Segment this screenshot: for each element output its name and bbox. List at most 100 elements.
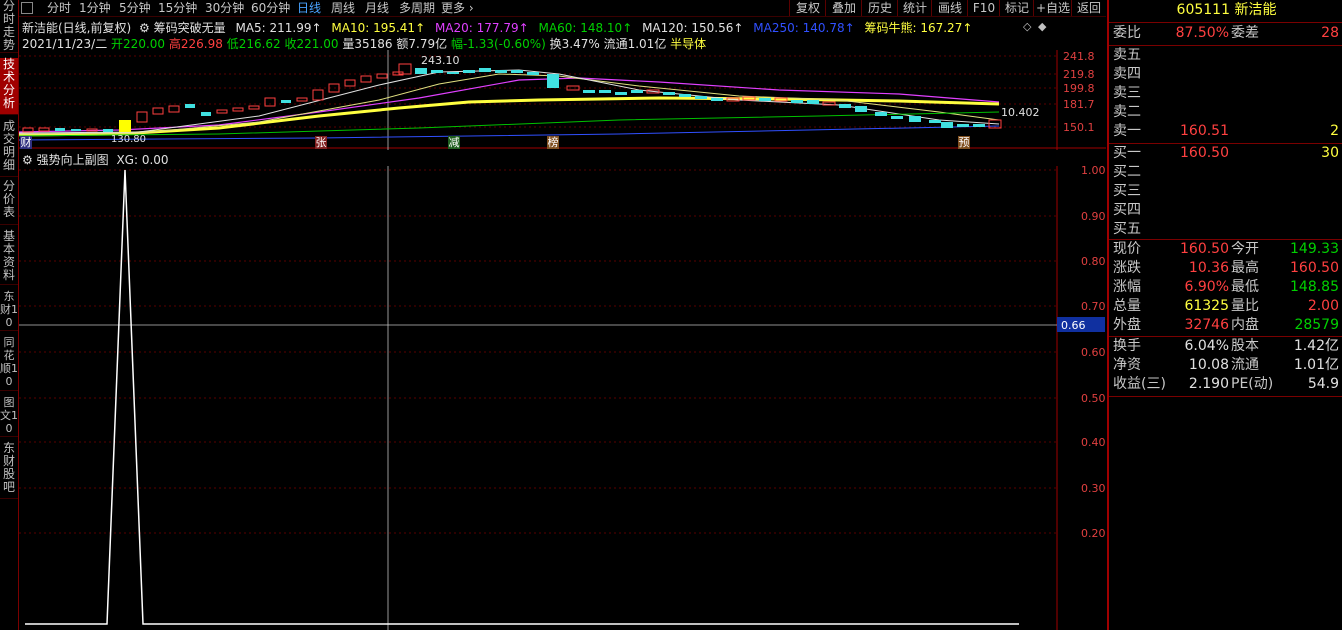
chart-header: 新洁能(日线,前复权) ⚙ 筹码突破无量 MA5: 211.99↑ MA10: … — [22, 19, 972, 36]
stat-value: 160.50 — [1290, 260, 1339, 276]
chip-bull-bear-value: 筹码牛熊: 167.27↑ — [864, 21, 973, 35]
draw-line-button[interactable]: 画线 — [931, 0, 968, 16]
sub-y-tick: 0.80 — [1081, 255, 1106, 268]
fund-label: 股本 — [1231, 338, 1259, 354]
stat-label: 涨跌 — [1113, 260, 1141, 276]
ma20-value: MA20: 177.79↑ — [434, 21, 529, 35]
next-diamond-icon[interactable]: ◆ — [1038, 20, 1046, 33]
stat-label: 量比 — [1231, 298, 1259, 314]
tab-trade-details[interactable]: 成交明细 — [0, 120, 18, 177]
sub-indicator-chart[interactable]: 1.00 0.90 0.80 0.70 0.60 0.50 0.40 0.30 … — [19, 166, 1106, 630]
weicha-value: 28 — [1321, 25, 1339, 41]
stat-label: 最低 — [1231, 279, 1259, 295]
event-marker-forecast[interactable]: 预 — [958, 136, 970, 149]
tab-dongcai-10[interactable]: 东财10 — [0, 290, 18, 331]
period-60min[interactable]: 60分钟 — [251, 0, 290, 16]
fund-value: 1.01亿 — [1293, 357, 1339, 373]
tab-basic-info[interactable]: 基本资料 — [0, 230, 18, 285]
period-monthly[interactable]: 月线 — [365, 0, 389, 16]
mark-button[interactable]: 标记 — [999, 0, 1034, 16]
stat-row: 涨跌 10.36 最高 160.50 — [1113, 259, 1341, 278]
fundamental-row: 收益(三) 2.190 PE(动) 54.9 — [1113, 375, 1341, 394]
stock-name: 新洁能 — [1234, 2, 1277, 18]
fund-label: 流通 — [1231, 357, 1259, 373]
sub-chart-title: 强势向上副图 — [36, 153, 109, 167]
ma120-value: MA120: 150.56↑ — [642, 21, 744, 35]
day-turnover: 换3.47% — [549, 37, 600, 51]
period-30min[interactable]: 30分钟 — [205, 0, 244, 16]
window-toggle-icon[interactable] — [21, 2, 33, 14]
tab-dongcai-guba[interactable]: 东财股吧 — [0, 442, 18, 499]
xg-signal-line — [25, 169, 1019, 625]
stat-value: 160.50 — [1180, 241, 1229, 257]
period-daily[interactable]: 日线 — [297, 0, 321, 16]
fund-label: 换手 — [1113, 338, 1141, 354]
main-kline-chart[interactable]: 243.10 130.80 241.8 219.8 199.8 181.7 15… — [19, 50, 1106, 150]
stat-label: 外盘 — [1113, 317, 1141, 333]
ma250-value: MA250: 140.78↑ — [753, 21, 855, 35]
overlay-button[interactable]: 叠加 — [825, 0, 862, 16]
stat-label: 最高 — [1231, 260, 1259, 276]
prev-diamond-icon[interactable]: ◇ — [1023, 20, 1031, 33]
bid-row-1: 买一 160.50 30 — [1113, 145, 1339, 161]
main-y-tick: 150.1 — [1063, 121, 1095, 134]
fund-value: 2.190 — [1188, 376, 1229, 392]
ma10-value: MA10: 195.41↑ — [331, 21, 426, 35]
stat-row: 现价 160.50 今开 149.33 — [1113, 240, 1341, 259]
indicator-settings-icon[interactable]: ⚙ — [139, 21, 150, 35]
cursor-value: 0.66 — [1061, 319, 1086, 332]
stat-row: 总量 61325 量比 2.00 — [1113, 297, 1341, 316]
day-high: 高226.98 — [168, 37, 223, 51]
ask-row-5: 卖五 — [1113, 47, 1141, 63]
event-marker-finance[interactable]: 财 — [20, 136, 32, 149]
tab-technical-analysis[interactable]: 技术分析 — [0, 58, 18, 115]
stat-label: 今开 — [1231, 241, 1259, 257]
main-y-tick: 219.8 — [1063, 68, 1095, 81]
tab-intraday[interactable]: 分时走势 — [0, 0, 18, 53]
period-more[interactable]: 更多 › — [441, 0, 474, 16]
bid-row-2: 买二 — [1113, 164, 1141, 180]
quote-panel: 605111 新洁能 委比 87.50% 委差 28 卖五 卖四 卖三 卖二 卖… — [1107, 0, 1342, 630]
period-weekly[interactable]: 周线 — [331, 0, 355, 16]
period-multi[interactable]: 多周期 — [399, 0, 435, 16]
sub-y-tick: 0.30 — [1081, 482, 1106, 495]
tab-price-table[interactable]: 分价表 — [0, 180, 18, 225]
ask-row-2: 卖二 — [1113, 104, 1141, 120]
add-watchlist-button[interactable]: +自选 — [1033, 0, 1072, 16]
history-button[interactable]: 历史 — [861, 0, 898, 16]
day-volume: 量35186 — [342, 37, 393, 51]
stock-code: 605111 — [1176, 2, 1230, 18]
f10-button[interactable]: F10 — [967, 0, 1000, 16]
period-intraday[interactable]: 分时 — [47, 0, 71, 16]
sub-y-tick: 1.00 — [1081, 166, 1106, 177]
period-15min[interactable]: 15分钟 — [158, 0, 197, 16]
event-marker-billboard[interactable]: 榜 — [547, 136, 559, 149]
stat-label: 现价 — [1113, 241, 1141, 257]
event-marker-reduce[interactable]: 减 — [448, 136, 460, 149]
tab-tuwen-10[interactable]: 图文10 — [0, 396, 18, 437]
day-date: 2021/11/23/二 — [22, 37, 108, 51]
ask-row-3: 卖三 — [1113, 85, 1141, 101]
day-amount: 额7.79亿 — [396, 37, 448, 51]
sub-grid — [19, 169, 1057, 534]
period-5min[interactable]: 5分钟 — [119, 0, 151, 16]
stat-value: 28579 — [1294, 317, 1339, 333]
main-y-tick: 181.7 — [1063, 98, 1095, 111]
stat-value: 6.90% — [1184, 279, 1229, 295]
peak-price-label: 243.10 — [421, 54, 460, 67]
sub-indicator-settings-icon[interactable]: ⚙ — [22, 153, 33, 167]
ma60-value: MA60: 148.10↑ — [538, 21, 633, 35]
fund-label: PE(动) — [1231, 376, 1274, 392]
period-1min[interactable]: 1分钟 — [79, 0, 111, 16]
indicator-name: 筹码突破无量 — [153, 21, 226, 35]
tab-tonghuashun-10[interactable]: 同花顺10 — [0, 336, 18, 391]
back-button[interactable]: 返回 — [1071, 0, 1106, 16]
main-y-tick: 241.8 — [1063, 50, 1095, 63]
bid-row-4: 买四 — [1113, 202, 1141, 218]
restore-rights-button[interactable]: 复权 — [789, 0, 826, 16]
event-marker-rise[interactable]: 张 — [315, 136, 327, 149]
left-tab-strip: 分时走势 技术分析 成交明细 分价表 基本资料 东财10 同花顺10 图文10 … — [0, 0, 19, 630]
stats-button[interactable]: 统计 — [897, 0, 932, 16]
stat-row: 涨幅 6.90% 最低 148.85 — [1113, 278, 1341, 297]
sub-y-tick: 0.60 — [1081, 346, 1106, 359]
